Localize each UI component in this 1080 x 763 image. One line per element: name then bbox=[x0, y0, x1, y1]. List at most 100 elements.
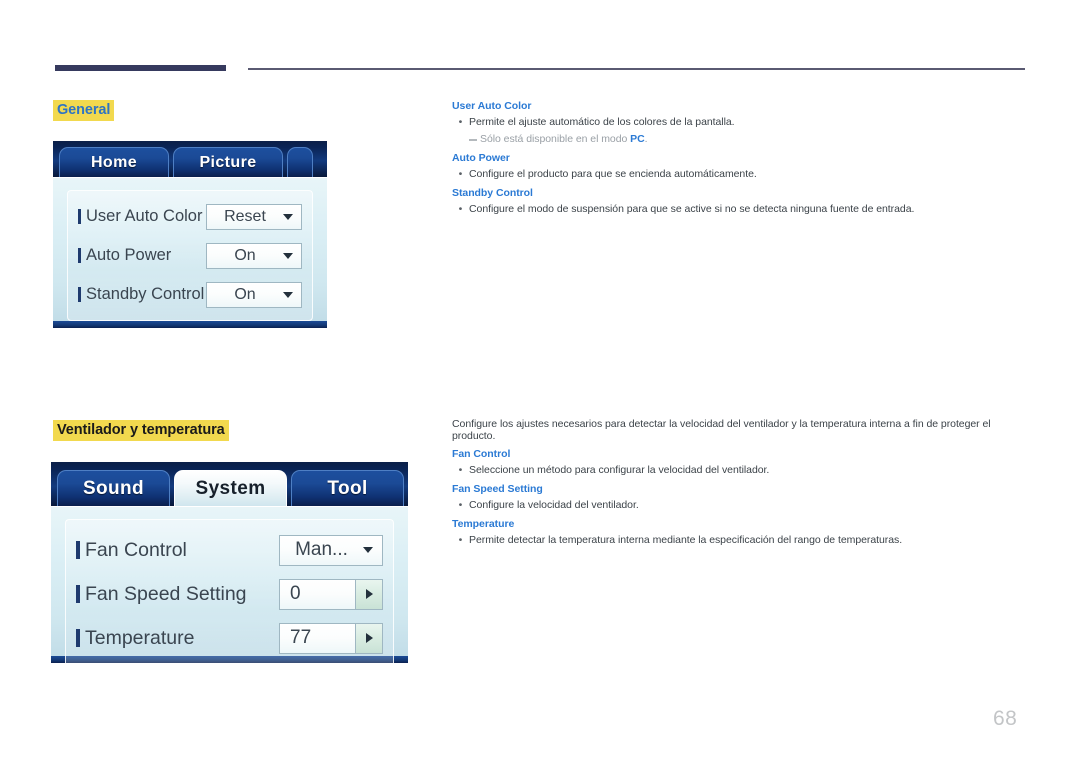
section-heading-fan-temperature: Ventilador y temperatura bbox=[53, 420, 229, 441]
note-dash-icon bbox=[469, 139, 477, 141]
osd-panel-system: Sound System Tool Fan Control Man... Fan… bbox=[51, 462, 408, 663]
description-text: Configure el modo de suspensión para que… bbox=[469, 203, 915, 215]
auto-power-select[interactable]: On bbox=[206, 242, 302, 269]
osd-row-label: User Auto Color bbox=[78, 207, 202, 226]
osd-row-fan-control: Fan Control Man... bbox=[76, 529, 383, 571]
description-auto-power: • Configure el producto para que se enci… bbox=[452, 168, 1028, 180]
description-text: Seleccione un método para configurar la … bbox=[469, 464, 770, 476]
select-value: Reset bbox=[224, 207, 266, 225]
note-user-auto-color: Sólo está disponible en el modo PC. bbox=[452, 133, 1028, 145]
note-prefix: Sólo está disponible en el modo bbox=[480, 133, 631, 145]
chevron-down-icon bbox=[283, 213, 293, 220]
chevron-right-icon[interactable] bbox=[355, 579, 382, 609]
description-user-auto-color: • Permite el ajuste automático de los co… bbox=[452, 116, 1028, 128]
note-bold: PC bbox=[630, 133, 645, 145]
osd-row-label: Temperature bbox=[76, 627, 194, 650]
osd-tab-sound[interactable]: Sound bbox=[57, 470, 170, 506]
bullet-icon: • bbox=[458, 116, 463, 128]
osd-row-standby-control: Standby Control On bbox=[78, 278, 302, 311]
osd-tab-label: Sound bbox=[82, 477, 145, 499]
description-text: Configure el producto para que se encien… bbox=[469, 168, 757, 180]
stepper-value: 0 bbox=[290, 583, 301, 604]
select-value: On bbox=[234, 246, 256, 264]
row-marker-icon bbox=[76, 541, 80, 559]
chevron-right-icon[interactable] bbox=[355, 623, 382, 653]
stepper-value: 77 bbox=[290, 627, 312, 648]
bullet-icon: • bbox=[458, 168, 463, 180]
description-text: Permite detectar la temperatura interna … bbox=[469, 534, 903, 546]
chevron-down-icon bbox=[283, 252, 293, 259]
chevron-down-icon bbox=[283, 291, 293, 298]
osd-row-label: Auto Power bbox=[78, 246, 171, 265]
osd-tab-label: Picture bbox=[199, 153, 257, 171]
osd-label-text: Fan Speed Setting bbox=[85, 582, 247, 605]
bullet-icon: • bbox=[458, 534, 463, 546]
osd-tabbar-system: Sound System Tool bbox=[51, 462, 408, 506]
row-marker-icon bbox=[78, 248, 81, 263]
osd-label-text: Temperature bbox=[85, 626, 195, 649]
page-number: 68 bbox=[993, 707, 1018, 730]
description-fan-control: • Seleccione un método para configurar l… bbox=[452, 464, 1028, 476]
description-text: Configure la velocidad del ventilador. bbox=[469, 499, 639, 511]
osd-body-general: User Auto Color Reset Auto Power On Stan… bbox=[53, 177, 327, 321]
osd-row-fan-speed-setting: Fan Speed Setting 0 bbox=[76, 573, 383, 615]
bullet-icon: • bbox=[458, 464, 463, 476]
osd-tab-home[interactable]: Home bbox=[59, 147, 169, 177]
osd-row-auto-power: Auto Power On bbox=[78, 239, 302, 272]
temperature-stepper[interactable]: 77 bbox=[279, 622, 383, 654]
osd-tab-label: Home bbox=[90, 153, 138, 171]
osd-tab-system[interactable]: System bbox=[174, 470, 287, 506]
term-fan-speed-setting: Fan Speed Setting bbox=[452, 483, 543, 495]
osd-row-label: Fan Speed Setting bbox=[76, 583, 247, 606]
chevron-down-icon bbox=[363, 547, 373, 553]
bullet-icon: • bbox=[458, 499, 463, 511]
description-block-fan-temperature: Configure los ajustes necesarios para de… bbox=[452, 418, 1028, 553]
row-marker-icon bbox=[76, 629, 80, 647]
user-auto-color-select[interactable]: Reset bbox=[206, 203, 302, 230]
description-block-general: User Auto Color • Permite el ajuste auto… bbox=[452, 100, 1028, 222]
description-fan-speed-setting: • Configure la velocidad del ventilador. bbox=[452, 499, 1028, 511]
term-user-auto-color: User Auto Color bbox=[452, 100, 532, 112]
select-value: Man... bbox=[295, 539, 348, 560]
osd-label-text: User Auto Color bbox=[86, 207, 203, 225]
osd-label-text: Fan Control bbox=[85, 538, 187, 561]
header-rule-thick bbox=[55, 65, 226, 71]
intro-text-fan: Configure los ajustes necesarios para de… bbox=[452, 418, 991, 442]
description-text: Permite el ajuste automático de los colo… bbox=[469, 116, 735, 128]
note-text: Sólo está disponible en el modo PC. bbox=[480, 133, 648, 145]
bullet-icon: • bbox=[458, 203, 463, 215]
osd-row-user-auto-color: User Auto Color Reset bbox=[78, 200, 302, 233]
description-standby-control: • Configure el modo de suspensión para q… bbox=[452, 203, 1028, 215]
osd-panel-general: Home Picture User Auto Color Reset Auto … bbox=[53, 141, 327, 328]
osd-tabbar-general: Home Picture bbox=[53, 141, 327, 177]
osd-row-temperature: Temperature 77 bbox=[76, 617, 383, 659]
row-marker-icon bbox=[78, 287, 81, 302]
osd-row-label: Standby Control bbox=[78, 285, 204, 304]
description-temperature: • Permite detectar la temperatura intern… bbox=[452, 534, 1028, 546]
fan-control-select[interactable]: Man... bbox=[279, 534, 383, 566]
term-temperature: Temperature bbox=[452, 518, 515, 530]
osd-tab-tool[interactable]: Tool bbox=[291, 470, 404, 506]
osd-tab-label: System bbox=[195, 477, 266, 499]
osd-footer-general bbox=[53, 321, 327, 328]
osd-body-system: Fan Control Man... Fan Speed Setting 0 T… bbox=[51, 506, 408, 663]
term-auto-power: Auto Power bbox=[452, 152, 510, 164]
osd-tab-picture[interactable]: Picture bbox=[173, 147, 283, 177]
row-marker-icon bbox=[76, 585, 80, 603]
term-standby-control: Standby Control bbox=[452, 187, 533, 199]
row-marker-icon bbox=[78, 209, 81, 224]
osd-label-text: Standby Control bbox=[86, 285, 205, 303]
note-suffix: . bbox=[644, 133, 648, 145]
term-fan-control: Fan Control bbox=[452, 448, 511, 460]
osd-tab-label: Tool bbox=[327, 477, 368, 499]
select-value: On bbox=[234, 285, 256, 303]
section-heading-general: General bbox=[53, 100, 115, 121]
osd-inner-general: User Auto Color Reset Auto Power On Stan… bbox=[67, 190, 313, 321]
header-rule-thin bbox=[248, 68, 1025, 70]
fan-speed-setting-stepper[interactable]: 0 bbox=[279, 578, 383, 610]
standby-control-select[interactable]: On bbox=[206, 281, 302, 308]
osd-inner-system: Fan Control Man... Fan Speed Setting 0 T… bbox=[65, 519, 394, 663]
osd-tab-partial-cutoff[interactable] bbox=[287, 147, 313, 177]
osd-row-label: Fan Control bbox=[76, 539, 187, 562]
osd-label-text: Auto Power bbox=[86, 246, 172, 264]
